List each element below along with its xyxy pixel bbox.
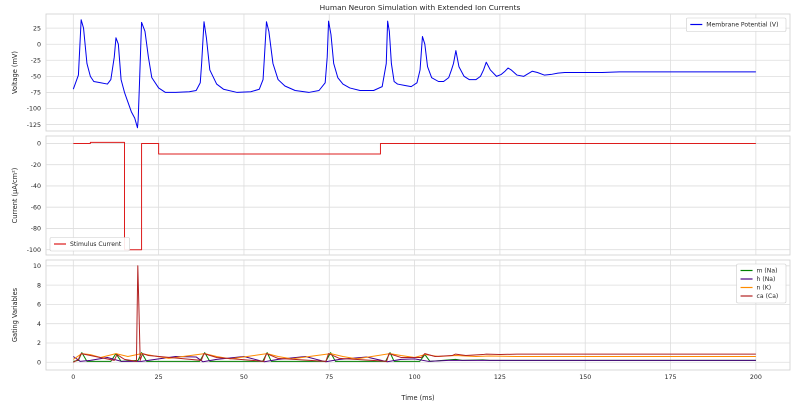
- gating-ytick-label: 10: [33, 263, 41, 270]
- current-ytick-label: -80: [31, 226, 41, 233]
- gating-legend: m (Na)h (Na) n (K)ca (Ca): [736, 263, 787, 304]
- voltage-legend-label: Membrane Potential (V): [706, 22, 778, 29]
- gating-yticks: 0 2 4 6 8 10: [33, 263, 41, 366]
- voltage-yticks: 25 0 -25 -50 -75 -100 -125: [27, 25, 41, 128]
- gating-xticks: 0 25 50 75 100 125 150 175 200: [71, 374, 762, 381]
- gating-xtick-label: 175: [665, 374, 677, 381]
- voltage-ytick-label: -125: [27, 122, 41, 129]
- gating-ytick-label: 6: [37, 302, 41, 309]
- gating-legend-label: h (Na): [757, 276, 776, 283]
- current-ytick-label: -60: [31, 204, 41, 211]
- current-ylabel: Current (µA/cm²): [11, 168, 19, 224]
- voltage-panel: 25 0 -25 -50 -75 -100 -125 Voltage (mV) Membra…: [11, 13, 791, 132]
- gating-ytick-label: 4: [37, 321, 41, 328]
- voltage-ytick-label: -75: [31, 90, 41, 97]
- voltage-ytick-label: 0: [37, 41, 41, 48]
- chart-title: Human Neuron Simulation with Extended Io…: [320, 3, 521, 12]
- gating-legend-label: m (Na): [757, 268, 778, 275]
- gating-xtick-label: 0: [71, 374, 75, 381]
- voltage-ylabel: Voltage (mV): [11, 51, 19, 94]
- voltage-ytick-label: 25: [33, 25, 41, 32]
- gating-ytick-label: 8: [37, 282, 41, 289]
- gating-xtick-label: 100: [409, 374, 421, 381]
- current-panel: 0 -20 -40 -60 -80 -100 Current (µA/cm²) Stimu…: [11, 135, 791, 256]
- gating-legend-label: n (K): [757, 285, 772, 292]
- gating-xtick-label: 200: [750, 374, 762, 381]
- gating-xtick-label: 25: [155, 374, 163, 381]
- gating-plot-area: [45, 259, 791, 371]
- voltage-ytick-label: -100: [27, 106, 41, 113]
- current-plot-area: [45, 135, 791, 256]
- gating-xtick-label: 75: [325, 374, 333, 381]
- gating-ytick-label: 0: [37, 359, 41, 366]
- current-ytick-label: -20: [31, 162, 41, 169]
- voltage-ytick-label: -50: [31, 74, 41, 81]
- gating-panel: 0 2 4 6 8 10 0 25 50 75 100 125 150 175 200 Gating Va…: [11, 259, 791, 402]
- gating-xlabel: Time (ms): [400, 394, 434, 402]
- gating-ylabel: Gating Variables: [11, 287, 19, 342]
- current-ytick-label: -100: [27, 247, 41, 254]
- gating-xtick-label: 50: [240, 374, 248, 381]
- current-yticks: 0 -20 -40 -60 -80 -100: [27, 141, 41, 254]
- gating-xtick-label: 125: [494, 374, 506, 381]
- current-legend-label: Stimulus Current: [70, 241, 122, 248]
- current-ytick-label: 0: [37, 141, 41, 148]
- gating-legend-label: ca (Ca): [757, 293, 779, 300]
- current-ytick-label: -40: [31, 183, 41, 190]
- current-legend: Stimulus Current: [49, 237, 130, 252]
- voltage-plot-area: [45, 13, 791, 132]
- voltage-ytick-label: -25: [31, 57, 41, 64]
- gating-ytick-label: 2: [37, 340, 41, 347]
- figure: Human Neuron Simulation with Extended Io…: [11, 3, 791, 402]
- voltage-legend: Membrane Potential (V): [685, 17, 787, 32]
- gating-xtick-label: 150: [579, 374, 591, 381]
